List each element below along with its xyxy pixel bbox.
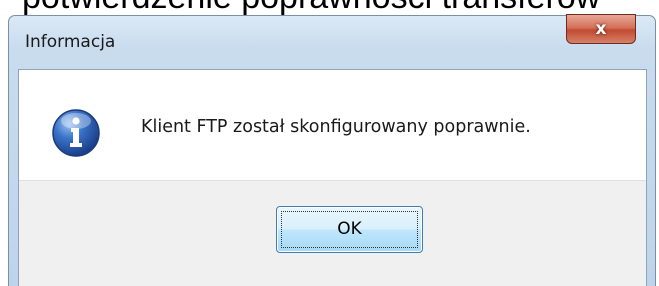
dialog-titlebar[interactable]: Informacja x	[9, 14, 655, 68]
close-button[interactable]: x	[566, 14, 636, 44]
information-dialog: Informacja x Klient FTP został skonfigur…	[8, 14, 656, 286]
background-heading: potwierdzenie poprawności transferów	[22, 0, 600, 14]
dialog-message: Klient FTP został skonfigurowany poprawn…	[141, 117, 531, 137]
information-icon	[52, 109, 100, 157]
ok-button[interactable]: OK	[276, 206, 423, 253]
dialog-title: Informacja	[25, 32, 116, 52]
ok-button-label: OK	[337, 219, 362, 239]
close-icon: x	[595, 19, 607, 39]
screenshot: potwierdzenie poprawności transferów Inf…	[0, 0, 659, 286]
dialog-client-area: Klient FTP został skonfigurowany poprawn…	[18, 69, 647, 286]
